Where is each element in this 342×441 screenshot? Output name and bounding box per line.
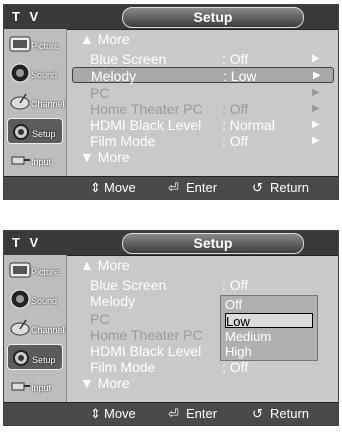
arrow-right-icon: ▶ <box>312 119 320 130</box>
sidebar-item-sound[interactable]: Sound <box>7 286 63 312</box>
menu-row-home-theater-pc[interactable]: Home Theater PC : Off ▶ <box>72 101 334 117</box>
melody-dropdown[interactable]: Off Low Medium High <box>220 295 318 361</box>
melody-option-off[interactable]: Off <box>225 297 313 312</box>
antenna-dish-icon <box>10 93 30 110</box>
menu-title: Setup <box>122 233 304 254</box>
more-down[interactable]: ▼ More <box>80 149 130 165</box>
menu-row-melody[interactable]: Melody : Low ▶ <box>72 67 334 84</box>
speaker-icon <box>10 63 30 83</box>
move-icon: ⇕ <box>90 180 101 195</box>
menu-content: ▲ More Blue Screen : Off Melody PC Home … <box>72 255 338 403</box>
arrow-right-icon: ▶ <box>312 135 320 146</box>
melody-option-low[interactable]: Low <box>225 313 313 329</box>
more-up[interactable]: ▲ More <box>80 257 130 273</box>
melody-option-high[interactable]: High <box>225 344 313 359</box>
sidebar-item-channel[interactable]: Channel <box>7 315 65 341</box>
footer-hints: ⇕ Move ⏎ Enter ↺ Return <box>4 402 338 425</box>
more-up[interactable]: ▲ More <box>80 31 130 47</box>
antenna-dish-icon <box>10 319 30 336</box>
enter-hint: Enter <box>186 180 218 195</box>
sidebar-item-sound[interactable]: Sound <box>7 60 63 86</box>
category-sidebar: Picture Sound Channel Setup Input <box>4 29 67 177</box>
menu-row-film-mode[interactable]: Film Mode : Off ▶ <box>72 133 334 149</box>
sidebar-item-picture[interactable]: Picture <box>7 257 63 283</box>
move-icon: ⇕ <box>90 406 101 421</box>
arrow-right-icon: ▶ <box>312 103 320 114</box>
sidebar-item-picture[interactable]: Picture <box>7 31 63 57</box>
tv-label: T V <box>12 235 42 250</box>
arrow-down-icon: ▼ <box>80 375 94 391</box>
move-hint: Move <box>104 406 136 421</box>
arrow-right-icon: ▶ <box>313 70 321 81</box>
picture-icon <box>9 262 31 278</box>
menu-row-blue-screen[interactable]: Blue Screen : Off ▶ <box>72 51 334 67</box>
menu-content: ▲ More Blue Screen : Off ▶ Melody : Low … <box>72 29 338 177</box>
menu-title: Setup <box>122 7 304 28</box>
sidebar-item-setup[interactable]: Setup <box>7 344 63 370</box>
enter-hint: Enter <box>186 406 218 421</box>
footer-hints: ⇕ Move ⏎ Enter ↺ Return <box>4 176 338 199</box>
return-hint: Return <box>270 406 310 421</box>
setup-icon <box>13 124 29 140</box>
move-hint: Move <box>104 180 136 195</box>
sidebar-item-input[interactable]: Input <box>7 373 63 399</box>
menu-header: T V Setup <box>4 231 338 256</box>
picture-icon <box>9 36 31 52</box>
arrow-down-icon: ▼ <box>80 149 94 165</box>
setup-menu-panel-2: T V Setup Picture Sound Channel Setup In… <box>3 230 339 426</box>
speaker-icon <box>10 289 30 309</box>
return-hint: Return <box>270 180 310 195</box>
tv-label: T V <box>12 9 42 24</box>
setup-menu-panel-1: T V Setup Picture Sound Channel Setup In… <box>3 4 339 200</box>
setup-icon <box>13 350 29 366</box>
input-plug-icon <box>11 382 30 391</box>
sidebar-item-setup[interactable]: Setup <box>7 118 63 144</box>
menu-row-pc[interactable]: PC ▶ <box>72 85 334 101</box>
return-icon: ↺ <box>252 406 263 421</box>
menu-row-film-mode[interactable]: Film Mode : Off <box>72 359 334 375</box>
arrow-right-icon: ▶ <box>312 87 320 98</box>
menu-header: T V Setup <box>4 5 338 30</box>
arrow-up-icon: ▲ <box>80 31 94 47</box>
melody-option-medium[interactable]: Medium <box>225 329 313 344</box>
enter-icon: ⏎ <box>168 406 179 421</box>
return-icon: ↺ <box>252 180 263 195</box>
menu-row-blue-screen[interactable]: Blue Screen : Off <box>72 277 334 293</box>
arrow-right-icon: ▶ <box>312 53 320 64</box>
sidebar-item-channel[interactable]: Channel <box>7 89 65 115</box>
category-sidebar: Picture Sound Channel Setup Input <box>4 255 67 403</box>
arrow-up-icon: ▲ <box>80 257 94 273</box>
menu-row-hdmi-black-level[interactable]: HDMI Black Level : Normal ▶ <box>72 117 334 133</box>
more-down[interactable]: ▼ More <box>80 375 130 391</box>
sidebar-item-input[interactable]: Input <box>7 147 63 173</box>
input-plug-icon <box>11 156 30 165</box>
enter-icon: ⏎ <box>168 180 179 195</box>
